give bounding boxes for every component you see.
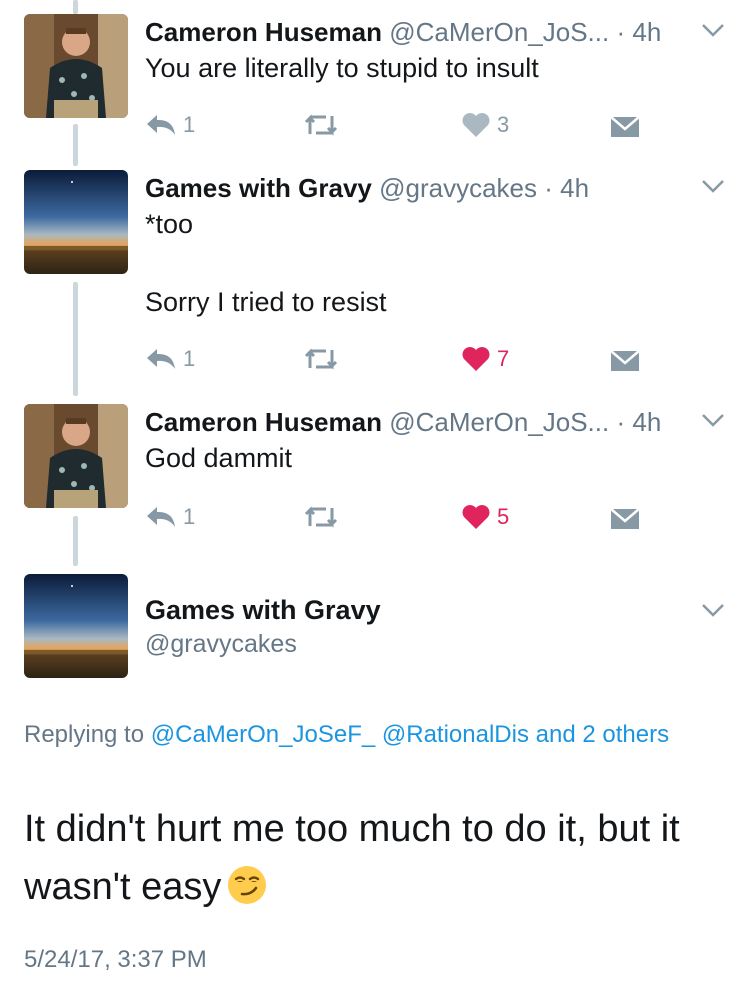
tweet-time[interactable]: 4h — [632, 407, 661, 437]
chevron-down-icon[interactable] — [700, 20, 726, 40]
thread-line — [73, 0, 78, 14]
retweet-icon — [304, 506, 338, 528]
user-handle[interactable]: @gravycakes — [379, 173, 537, 203]
focused-tweet-text: It didn't hurt me too much to do it, but… — [24, 800, 734, 916]
retweet-icon — [304, 348, 338, 370]
tweet-text: *too — [145, 209, 194, 239]
retweet-icon — [304, 114, 338, 136]
reply-button[interactable]: 1 — [145, 108, 195, 142]
retweet-button[interactable] — [302, 108, 340, 142]
like-button[interactable]: 3 — [461, 108, 509, 142]
retweet-button[interactable] — [302, 342, 340, 376]
avatar[interactable] — [24, 574, 128, 678]
avatar-photo-sunset — [24, 170, 128, 274]
chevron-down-icon[interactable] — [700, 600, 726, 620]
user-name[interactable]: Games with Gravy — [145, 592, 381, 628]
reply-count: 1 — [183, 346, 196, 371]
mention-link[interactable]: @RationalDis — [382, 721, 529, 748]
direct-message-button[interactable] — [610, 502, 640, 536]
chevron-down-icon[interactable] — [700, 176, 726, 196]
reply-count: 1 — [183, 504, 196, 529]
user-name[interactable]: Cameron Huseman — [145, 17, 382, 47]
user-name[interactable]: Cameron Huseman — [145, 407, 382, 437]
heart-icon — [462, 505, 490, 529]
avatar-photo-person — [24, 14, 128, 118]
user-handle[interactable]: @gravycakes — [145, 626, 297, 662]
user-handle[interactable]: @CaMerOn_JoS... — [389, 17, 609, 47]
tweet-text: God dammit — [145, 443, 293, 473]
smirking-face-emoji — [227, 864, 267, 904]
reply-count: 1 — [183, 112, 196, 137]
user-name[interactable]: Games with Gravy — [145, 173, 372, 203]
direct-message-icon — [610, 508, 640, 529]
separator-dot: · — [616, 407, 626, 437]
tweet[interactable]: Cameron Huseman @CaMerOn_JoS... · 4h God… — [0, 404, 750, 544]
separator-dot: · — [616, 17, 626, 47]
reply-button[interactable]: 1 — [145, 500, 195, 534]
tweet-text: You are literally to stupid to insult — [145, 53, 539, 83]
reply-icon — [147, 507, 175, 527]
avatar[interactable] — [24, 14, 128, 118]
tweet-time[interactable]: 4h — [560, 173, 589, 203]
tweet-header: Games with Gravy @gravycakes · 4h — [145, 170, 680, 206]
like-count: 7 — [497, 346, 510, 371]
tweet-header: Cameron Huseman @CaMerOn_JoS... · 4h — [145, 404, 680, 440]
separator-dot: · — [544, 173, 553, 203]
retweet-button[interactable] — [302, 500, 340, 534]
others-link[interactable]: and 2 others — [536, 721, 669, 748]
tweet-timestamp[interactable]: 5/24/17, 3:37 PM — [24, 942, 207, 978]
direct-message-button[interactable] — [610, 344, 640, 378]
reply-button[interactable]: 1 — [145, 342, 195, 376]
like-count: 5 — [497, 504, 510, 529]
user-handle[interactable]: @CaMerOn_JoS... — [389, 407, 609, 437]
tweet[interactable]: Games with Gravy @gravycakes · 4h *too S… — [0, 170, 750, 390]
like-count: 3 — [497, 112, 510, 137]
direct-message-button[interactable] — [610, 110, 640, 144]
avatar[interactable] — [24, 170, 128, 274]
tweet-text: Sorry I tried to resist — [145, 287, 387, 317]
reply-icon — [147, 349, 175, 369]
direct-message-icon — [610, 116, 640, 137]
heart-icon — [462, 113, 490, 137]
focused-tweet: Games with Gravy @gravycakes — [0, 574, 750, 684]
replying-to-label: Replying to — [24, 721, 145, 748]
tweet[interactable]: Cameron Huseman @CaMerOn_JoS... · 4h You… — [0, 14, 750, 154]
replying-to: Replying to @CaMerOn_JoSeF_ @RationalDis… — [24, 716, 714, 754]
tweet-header: Cameron Huseman @CaMerOn_JoS... · 4h — [145, 14, 680, 50]
mention-link[interactable]: @CaMerOn_JoSeF_ — [151, 721, 375, 748]
heart-icon — [462, 347, 490, 371]
direct-message-icon — [610, 350, 640, 371]
reply-icon — [147, 115, 175, 135]
tweet-time[interactable]: 4h — [632, 17, 661, 47]
avatar-photo-sunset — [24, 574, 128, 678]
like-button[interactable]: 7 — [461, 342, 509, 376]
avatar-photo-person — [24, 404, 128, 508]
like-button[interactable]: 5 — [461, 500, 509, 534]
tweet-body: It didn't hurt me too much to do it, but… — [24, 808, 680, 908]
chevron-down-icon[interactable] — [700, 410, 726, 430]
avatar[interactable] — [24, 404, 128, 508]
